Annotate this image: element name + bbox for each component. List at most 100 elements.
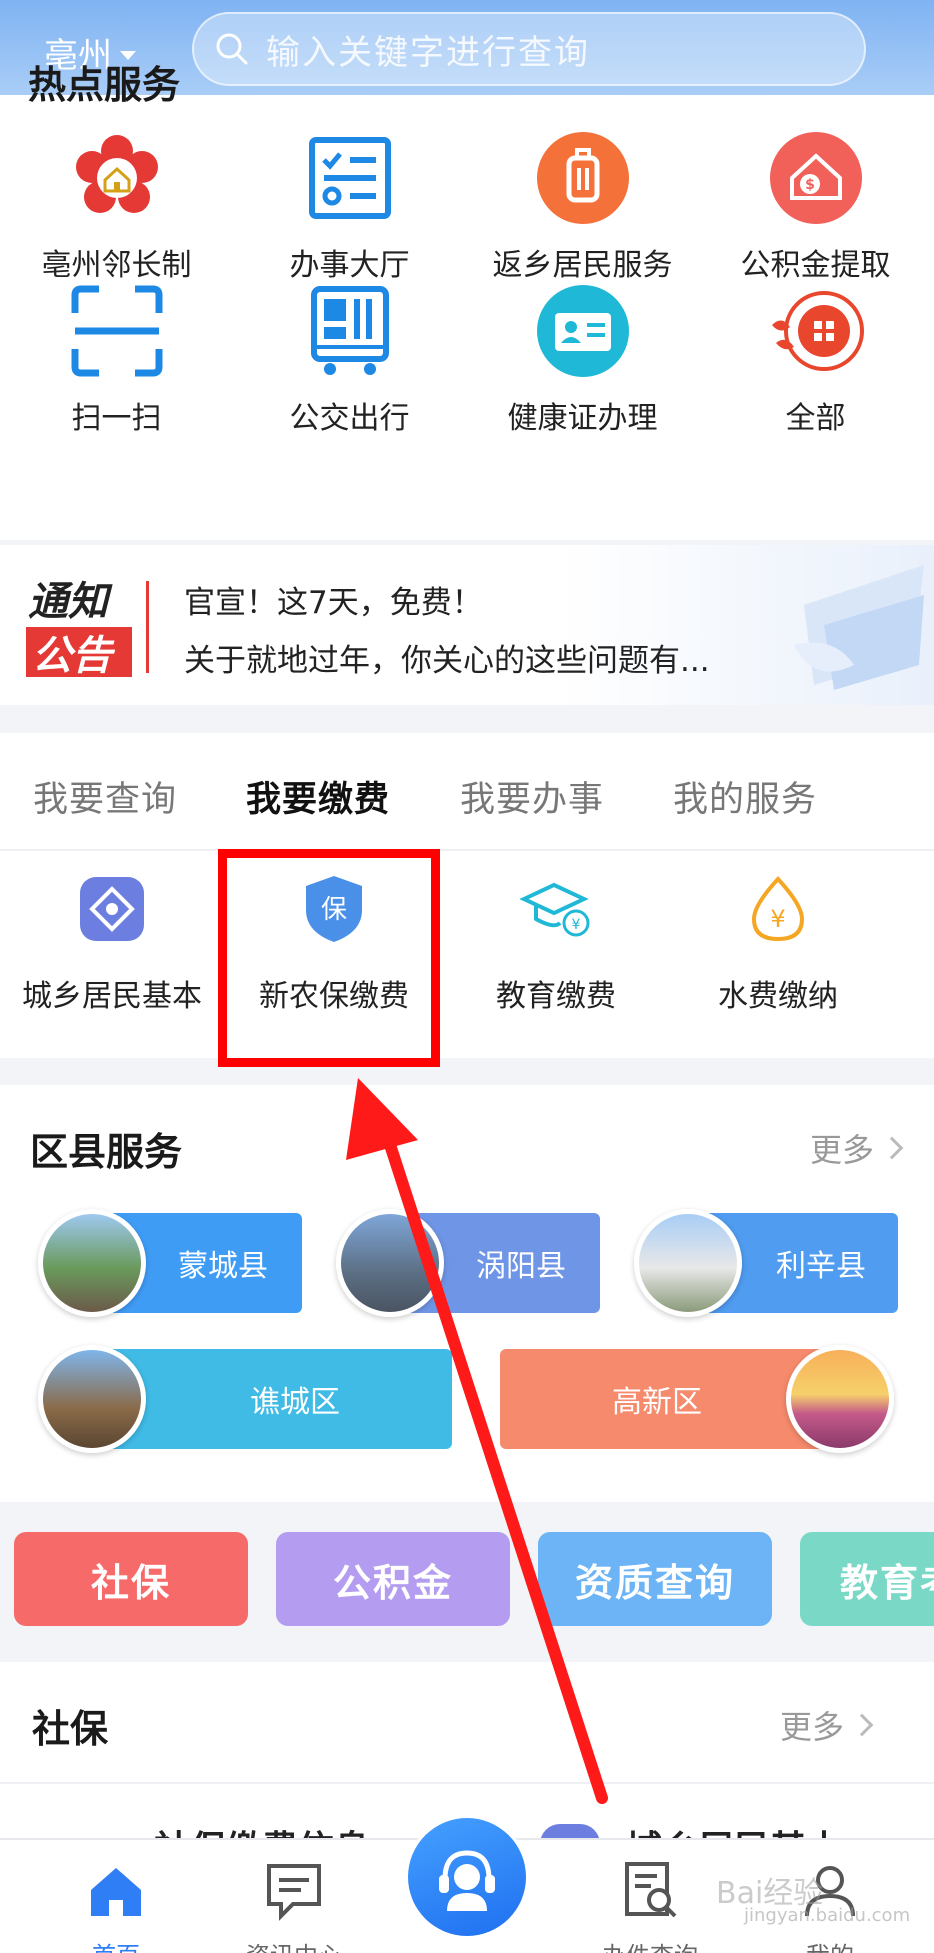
district-title: 区县服务 <box>30 1130 183 1174</box>
category-education[interactable]: 教育考 <box>800 1532 934 1626</box>
shebao-title: 社保 <box>32 1707 109 1751</box>
service-label: 全部 <box>785 401 846 436</box>
search-placeholder: 输入关键字进行查询 <box>266 32 590 73</box>
svg-text:公告: 公告 <box>32 633 116 677</box>
nav-cases[interactable]: 办件查询 <box>590 1860 710 1953</box>
district-name: 蒙城县 <box>178 1249 268 1284</box>
notice-headline-1[interactable]: 官宣！这7天，免费！ <box>184 577 483 622</box>
notice-logo: 通知 公告 <box>26 579 132 677</box>
district-qiaocheng[interactable]: 谯城区 <box>38 1345 452 1453</box>
district-name: 高新区 <box>612 1385 702 1420</box>
service-all[interactable]: 全部 <box>699 283 932 437</box>
district-photo <box>786 1345 894 1453</box>
district-photo <box>38 1345 146 1453</box>
category-shebao[interactable]: 社保 <box>14 1532 248 1626</box>
district-photo <box>634 1209 742 1317</box>
nav-label: 办件查询 <box>590 1936 710 1953</box>
district-gaoxin[interactable]: 高新区 <box>500 1345 894 1453</box>
service-fanxiang[interactable]: 返乡居民服务 <box>466 130 699 284</box>
flower-house-icon <box>69 130 165 226</box>
district-more[interactable]: 更多 <box>810 1125 904 1171</box>
house-coin-icon: $ <box>768 130 864 226</box>
scan-icon <box>69 283 165 379</box>
hot-services-panel: 亳州邻长制 办事大厅 返乡居民服务 $ 公积金提取 扫一扫 公交出行 健康证办理… <box>0 95 934 540</box>
nav-label: 首页 <box>56 1936 176 1953</box>
district-photo <box>336 1209 444 1317</box>
nav-label: 我的 <box>770 1936 890 1953</box>
service-label: 健康证办理 <box>507 401 658 436</box>
service-linzhangzhi[interactable]: 亳州邻长制 <box>0 130 233 284</box>
district-name: 涡阳县 <box>476 1249 566 1284</box>
app-screen: 亳州 输入关键字进行查询 亳州邻长制 办事大厅 返乡居民服务 $ 公积金提取 扫… <box>0 0 934 1953</box>
shebao-panel: 社保 更多 <box>0 1662 934 1782</box>
service-label: 亳州邻长制 <box>41 248 192 283</box>
tab-my-services[interactable]: 我的服务 <box>673 771 817 822</box>
service-label: 返乡居民服务 <box>492 248 673 283</box>
pay-item-label: 城乡居民基本 <box>22 979 202 1014</box>
tab-bar: 我要查询 我要缴费 我要办事 我的服务 <box>0 733 934 851</box>
category-zizhi[interactable]: 资质查询 <box>538 1532 772 1626</box>
district-photo <box>38 1209 146 1317</box>
customer-service-inner <box>408 1818 526 1936</box>
all-apps-icon <box>768 283 864 379</box>
checklist-icon <box>302 130 398 226</box>
notice-headline-2[interactable]: 关于就地过年，你关心的这些问题有... <box>184 635 710 680</box>
search-input[interactable]: 输入关键字进行查询 <box>192 12 866 86</box>
nav-home[interactable]: 首页 <box>56 1860 176 1953</box>
watermark-url: jingyan.baidu.com <box>744 1905 911 1926</box>
more-label: 更多 <box>780 1708 845 1746</box>
district-mengcheng[interactable]: 蒙城县 <box>38 1209 302 1317</box>
hot-services-title: 热点服务 <box>28 63 181 107</box>
district-name: 谯城区 <box>250 1385 340 1420</box>
service-gongjijin[interactable]: $ 公积金提取 <box>699 130 932 284</box>
diamond-icon <box>76 873 148 945</box>
pay-item-label: 教育缴费 <box>496 979 616 1014</box>
tab-query[interactable]: 我要查询 <box>33 771 177 822</box>
headset-icon <box>439 1850 495 1911</box>
service-label: 扫一扫 <box>71 401 162 436</box>
paper-plane-illustration <box>794 565 924 690</box>
tab-handle[interactable]: 我要办事 <box>460 771 604 822</box>
notice-divider <box>146 581 149 673</box>
service-label: 办事大厅 <box>289 248 410 283</box>
service-label: 公交出行 <box>289 401 410 436</box>
water-drop-icon: ¥ <box>742 873 814 945</box>
service-banshidating[interactable]: 办事大厅 <box>233 130 466 284</box>
pay-item-water[interactable]: ¥ 水费缴纳 <box>666 873 890 1015</box>
search-icon <box>216 33 248 65</box>
tab-pay[interactable]: 我要缴费 <box>246 771 390 822</box>
nav-label: 资讯中心 <box>234 1936 354 1953</box>
svg-text:通知: 通知 <box>28 579 113 625</box>
district-services-panel: 区县服务 更多 蒙城县 涡阳县 利辛县 谯城区 高新区 <box>0 1085 934 1502</box>
pay-item-label: 水费缴纳 <box>718 979 838 1014</box>
shebao-more[interactable]: 更多 <box>780 1702 874 1748</box>
category-gongjijin[interactable]: 公积金 <box>276 1532 510 1626</box>
document-search-icon <box>625 1862 677 1918</box>
luggage-icon <box>535 130 631 226</box>
customer-service-button[interactable] <box>405 1815 529 1939</box>
category-row: 社保 公积金 资质查询 教育考 <box>0 1502 934 1658</box>
service-label: 公积金提取 <box>740 248 891 283</box>
notice-banner[interactable]: 通知 公告 官宣！这7天，免费！ 关于就地过年，你关心的这些问题有... <box>0 545 934 705</box>
chevron-right-icon <box>850 1713 874 1737</box>
svg-text:¥: ¥ <box>572 917 581 933</box>
highlight-box <box>218 849 440 1067</box>
service-health[interactable]: 健康证办理 <box>466 283 699 437</box>
message-icon <box>267 1864 321 1921</box>
nav-news[interactable]: 资讯中心 <box>234 1860 354 1953</box>
chevron-right-icon <box>880 1136 904 1160</box>
more-label: 更多 <box>810 1131 875 1169</box>
id-card-icon <box>535 283 631 379</box>
district-lixin[interactable]: 利辛县 <box>634 1209 898 1317</box>
service-scan[interactable]: 扫一扫 <box>0 283 233 437</box>
svg-text:$: $ <box>805 177 815 193</box>
home-icon <box>91 1868 141 1916</box>
graduation-cap-icon: ¥ <box>520 873 592 945</box>
pay-tabs-panel: 我要查询 我要缴费 我要办事 我的服务 城乡居民基本 保 新农保缴费 ¥ 教育缴… <box>0 733 934 1058</box>
pay-item-resident-basic[interactable]: 城乡居民基本 <box>0 873 224 1015</box>
service-bus[interactable]: 公交出行 <box>233 283 466 437</box>
svg-text:¥: ¥ <box>770 905 785 933</box>
district-guoyang[interactable]: 涡阳县 <box>336 1209 600 1317</box>
district-name: 利辛县 <box>776 1249 866 1284</box>
pay-item-education[interactable]: ¥ 教育缴费 <box>444 873 668 1015</box>
